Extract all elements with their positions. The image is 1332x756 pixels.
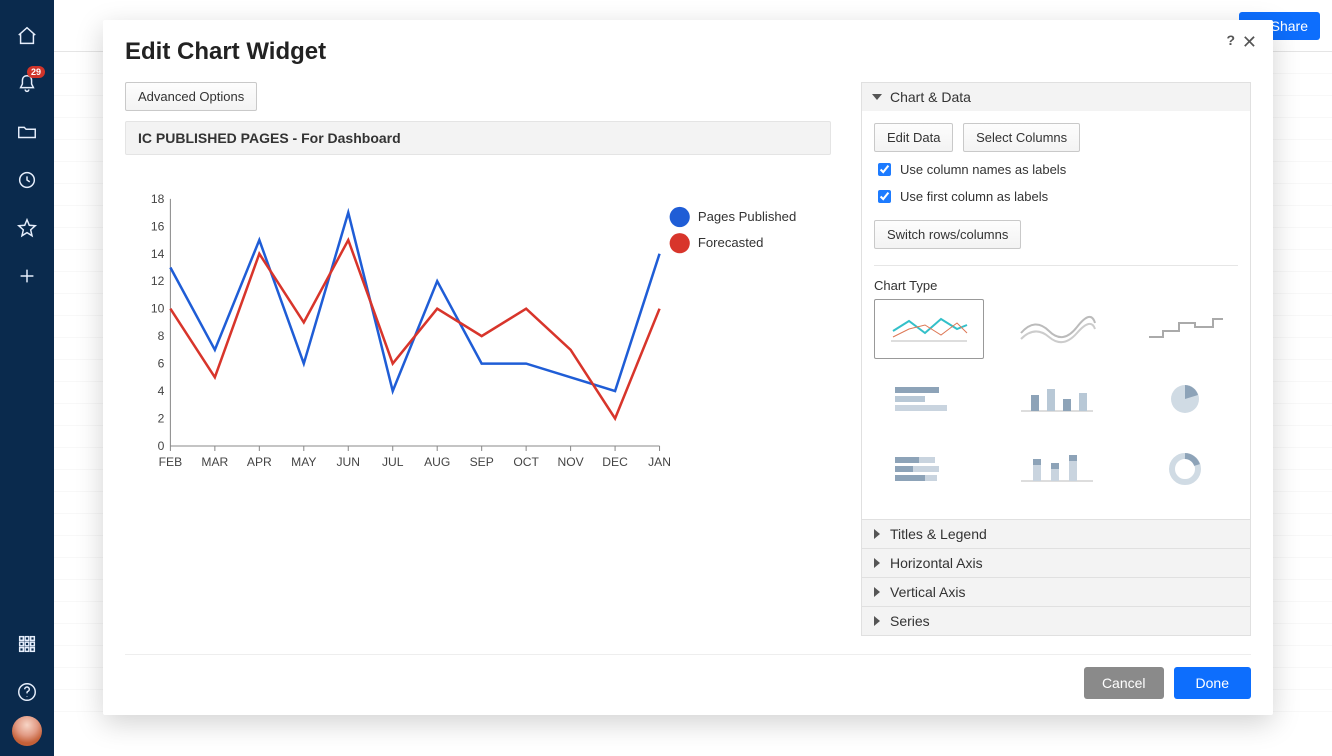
- svg-text:2: 2: [158, 412, 165, 426]
- section-titles-legend[interactable]: Titles & Legend: [862, 520, 1250, 548]
- cancel-button[interactable]: Cancel: [1084, 667, 1164, 699]
- chart-title: IC PUBLISHED PAGES - For Dashboard: [125, 121, 831, 155]
- chart-type-bar-horizontal[interactable]: [874, 369, 984, 429]
- svg-text:SEP: SEP: [470, 455, 494, 469]
- apps-icon[interactable]: [7, 624, 47, 664]
- svg-text:10: 10: [151, 302, 165, 316]
- svg-text:4: 4: [158, 384, 165, 398]
- svg-text:DEC: DEC: [602, 455, 628, 469]
- section-vertical-axis[interactable]: Vertical Axis: [862, 578, 1250, 606]
- chevron-right-icon: [874, 558, 880, 568]
- svg-text:0: 0: [158, 439, 165, 453]
- avatar[interactable]: [12, 716, 42, 746]
- svg-text:JUN: JUN: [337, 455, 361, 469]
- svg-text:APR: APR: [247, 455, 272, 469]
- svg-text:Pages Published: Pages Published: [698, 209, 796, 224]
- recents-icon[interactable]: [7, 160, 47, 200]
- svg-text:12: 12: [151, 274, 165, 288]
- svg-text:16: 16: [151, 219, 165, 233]
- svg-text:14: 14: [151, 247, 165, 261]
- chevron-right-icon: [874, 529, 880, 539]
- app-sidebar: 29: [0, 0, 54, 756]
- svg-text:OCT: OCT: [513, 455, 539, 469]
- svg-text:MAR: MAR: [201, 455, 228, 469]
- chart-type-line[interactable]: [874, 299, 984, 359]
- section-series[interactable]: Series: [862, 607, 1250, 635]
- chart-type-step[interactable]: [1130, 299, 1240, 359]
- chart-type-pie[interactable]: [1130, 369, 1240, 429]
- select-columns-button[interactable]: Select Columns: [963, 123, 1080, 152]
- svg-text:Forecasted: Forecasted: [698, 235, 764, 250]
- done-button[interactable]: Done: [1174, 667, 1251, 699]
- chevron-right-icon: [874, 616, 880, 626]
- chart-type-bar-vertical[interactable]: [1002, 369, 1112, 429]
- modal-help-icon[interactable]: ?: [1226, 32, 1235, 48]
- section-horizontal-axis[interactable]: Horizontal Axis: [862, 549, 1250, 577]
- add-icon[interactable]: [7, 256, 47, 296]
- use-column-names-checkbox[interactable]: Use column names as labels: [874, 160, 1238, 179]
- svg-text:18: 18: [151, 192, 165, 206]
- svg-text:FEB: FEB: [159, 455, 183, 469]
- use-first-column-checkbox[interactable]: Use first column as labels: [874, 187, 1238, 206]
- svg-text:JUL: JUL: [382, 455, 404, 469]
- home-icon[interactable]: [7, 16, 47, 56]
- advanced-options-button[interactable]: Advanced Options: [125, 82, 257, 111]
- chart-type-line-smooth[interactable]: [1002, 299, 1112, 359]
- chart-type-stacked-bar-h[interactable]: [874, 439, 984, 499]
- svg-text:MAY: MAY: [291, 455, 316, 469]
- notifications-icon[interactable]: 29: [7, 64, 47, 104]
- close-icon[interactable]: ✕: [1242, 32, 1257, 53]
- notifications-badge: 29: [27, 66, 45, 78]
- favorites-icon[interactable]: [7, 208, 47, 248]
- chart-preview: 0 2 4 6 8 10 12 14 16 18 FEB MAR APR MAY JUN JUL AUG SEP O…: [125, 165, 831, 505]
- chart-type-stacked-bar-v[interactable]: [1002, 439, 1112, 499]
- svg-text:8: 8: [158, 329, 165, 343]
- chart-type-label: Chart Type: [874, 278, 1238, 293]
- svg-text:6: 6: [158, 357, 165, 371]
- dialog-title: Edit Chart Widget: [125, 38, 1251, 66]
- chart-type-grid: [874, 299, 1238, 499]
- edit-chart-widget-dialog: ? ✕ Edit Chart Widget Advanced Options I…: [103, 20, 1273, 715]
- svg-text:JAN: JAN: [648, 455, 671, 469]
- help-icon[interactable]: [7, 672, 47, 712]
- chevron-right-icon: [874, 587, 880, 597]
- folder-icon[interactable]: [7, 112, 47, 152]
- svg-text:NOV: NOV: [557, 455, 584, 469]
- edit-data-button[interactable]: Edit Data: [874, 123, 953, 152]
- section-chart-and-data[interactable]: Chart & Data: [862, 83, 1250, 111]
- svg-text:AUG: AUG: [424, 455, 450, 469]
- chart-type-donut[interactable]: [1130, 439, 1240, 499]
- chevron-down-icon: [872, 94, 882, 100]
- switch-rows-columns-button[interactable]: Switch rows/columns: [874, 220, 1021, 249]
